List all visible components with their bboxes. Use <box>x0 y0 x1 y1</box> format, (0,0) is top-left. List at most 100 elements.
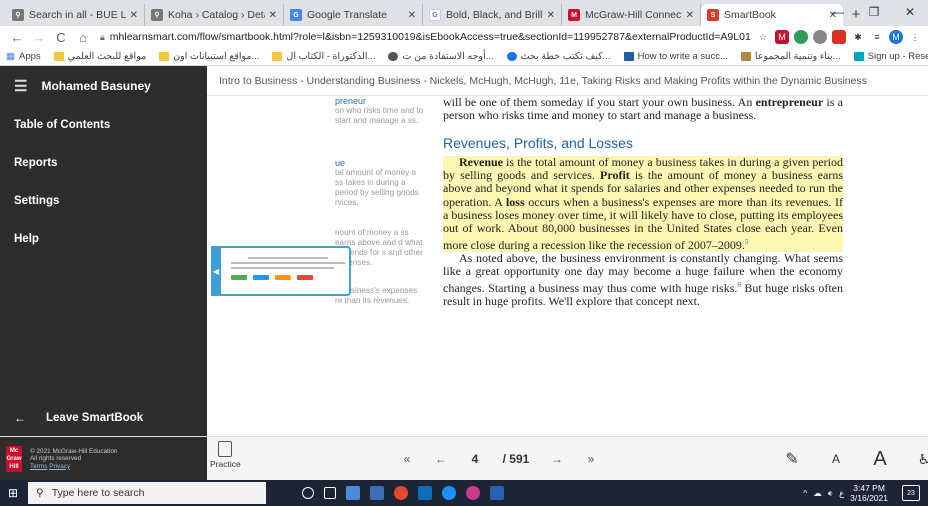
bookmark-folder[interactable]: مواقع للبحث العلمي <box>50 51 146 62</box>
researchgate-icon <box>853 52 864 61</box>
reader-controls: ✎ A A ♿︎ <box>770 437 928 481</box>
window-controls: — ❐ ✕ <box>820 0 928 26</box>
edge-icon[interactable] <box>442 486 456 500</box>
app-icon[interactable] <box>466 486 480 500</box>
bookmark-link[interactable]: كيف تكتب خطة بحث... <box>503 51 611 62</box>
book-icon <box>740 52 751 61</box>
system-tray: ^ ☁ 🔉︎ ع 3:47 PM 3/16/2021 <box>803 480 888 506</box>
key-term[interactable]: Profit <box>600 168 630 182</box>
maximize-button[interactable]: ❐ <box>856 0 892 26</box>
browser-tab[interactable]: G Bold, Black, and Brillian ✕ <box>423 4 562 26</box>
browser-tab[interactable]: M McGraw-Hill Connect ✕ <box>562 4 701 26</box>
taskbar-search[interactable]: ⚲ Type here to search <box>28 482 266 504</box>
menu-icon[interactable]: ⋮ <box>908 30 922 44</box>
privacy-link[interactable]: Privacy <box>49 463 70 470</box>
highlighted-paragraph: Revenue is the total amount of money a b… <box>443 154 843 252</box>
show-hidden-icon[interactable]: ^ <box>803 488 807 498</box>
windows-start-icon[interactable]: ⊞ <box>0 486 26 500</box>
close-window-button[interactable]: ✕ <box>892 0 928 26</box>
browser-tab[interactable]: G Google Translate ✕ <box>284 4 423 26</box>
prev-page-button[interactable]: ← <box>424 452 458 466</box>
search-icon: ⚲ <box>36 487 44 499</box>
key-term[interactable]: entrepreneur <box>756 96 824 109</box>
bookmark-link[interactable]: How to write a succ... <box>620 51 728 62</box>
notifications-button[interactable]: 23 <box>902 485 920 501</box>
practice-button[interactable]: Practice <box>210 441 241 469</box>
sidebar-item-help[interactable]: Help <box>0 220 207 258</box>
chrome-icon[interactable] <box>394 486 408 500</box>
google-favicon-icon: G <box>429 9 441 21</box>
bookmark-link[interactable]: أوجه الاستفادة من ت... <box>384 51 494 62</box>
close-icon[interactable]: ✕ <box>130 10 138 21</box>
network-icon[interactable]: ☁ <box>813 488 822 499</box>
current-page[interactable]: 4 <box>458 452 492 466</box>
leave-smartbook-button[interactable]: ← Leave SmartBook <box>0 400 207 436</box>
sidebar-item-settings[interactable]: Settings <box>0 182 207 220</box>
file-explorer-icon[interactable] <box>346 486 360 500</box>
home-button[interactable]: ⌂ <box>72 30 94 45</box>
language-indicator[interactable]: ع <box>839 488 844 499</box>
reload-button[interactable]: C <box>50 30 72 45</box>
extension-icon[interactable] <box>813 30 827 44</box>
lock-icon: 🔒︎ <box>100 31 105 42</box>
volume-icon[interactable]: 🔉︎ <box>828 488 833 499</box>
taskbar: ⊞ ⚲ Type here to search ^ ☁ 🔉︎ ع 3:47 PM… <box>0 480 928 506</box>
avatar[interactable]: M <box>889 30 903 44</box>
collapse-arrow-icon[interactable]: ◀ <box>211 246 221 296</box>
url-text: mhlearnsmart.com/flow/smartbook.html?rol… <box>109 31 750 43</box>
sidebar-item-table-of-contents[interactable]: Table of Contents <box>0 106 207 144</box>
margin-note: ue tal amount of money a ss takes in dur… <box>335 158 419 207</box>
task-view-icon[interactable] <box>324 487 336 499</box>
bookmark-link[interactable]: Sign up - Research... <box>850 51 928 62</box>
font-larger-button[interactable]: A <box>858 448 902 471</box>
accessibility-icon[interactable]: ♿︎ <box>902 451 928 468</box>
minimize-button[interactable]: — <box>820 0 856 26</box>
address-bar[interactable]: 🔒︎ mhlearnsmart.com/flow/smartbook.html?… <box>100 31 750 43</box>
font-smaller-button[interactable]: A <box>814 452 858 466</box>
word-icon[interactable] <box>490 486 504 500</box>
outlook-icon[interactable] <box>418 486 432 500</box>
pager: « ← 4 / 591 → » <box>390 437 608 481</box>
close-icon[interactable]: ✕ <box>269 10 277 21</box>
bookmark-folder[interactable]: مواقع استبيانات اون... <box>155 51 259 62</box>
practice-preview-panel[interactable]: ◀ <box>211 246 351 296</box>
browser-tab[interactable]: ⚲ Koha › Catalog › Details ✕ <box>145 4 284 26</box>
reading-list-icon[interactable]: ≡ <box>870 30 884 44</box>
sidebar-item-reports[interactable]: Reports <box>0 144 207 182</box>
store-icon[interactable] <box>370 486 384 500</box>
next-page-button[interactable]: → <box>540 452 574 466</box>
tab-title: Koha › Catalog › Details <box>168 9 265 21</box>
cortana-icon[interactable] <box>302 487 314 499</box>
footnote-ref[interactable]: 5 <box>745 238 749 246</box>
bookmark-apps[interactable]: ▦ Apps <box>6 51 41 62</box>
terms-link[interactable]: Terms <box>30 463 47 470</box>
sidebar-header: ☰ Mohamed Basuney <box>0 66 207 106</box>
forward-button[interactable]: → <box>28 30 50 45</box>
hamburger-icon[interactable]: ☰ <box>14 77 27 95</box>
browser-tab[interactable]: ⚲ Search in all - BUE Libr ✕ <box>6 4 145 26</box>
bookmark-link[interactable]: بناء وتنمية المجموعا... <box>737 51 841 62</box>
last-page-button[interactable]: » <box>574 452 608 466</box>
back-button[interactable]: ← <box>6 30 28 45</box>
pdf-extension-icon[interactable] <box>832 30 846 44</box>
tab-strip: ⚲ Search in all - BUE Libr ✕ ⚲ Koha › Catal… <box>0 0 928 26</box>
key-term[interactable]: loss <box>506 195 525 209</box>
close-icon[interactable]: ✕ <box>547 10 555 21</box>
reader-content: preneur on who risks time and to start a… <box>207 96 928 436</box>
folder-icon <box>53 52 64 61</box>
puzzle-icon[interactable]: ✱ <box>851 30 865 44</box>
highlight-off-icon[interactable]: ✎ <box>770 449 814 469</box>
clock[interactable]: 3:47 PM 3/16/2021 <box>850 483 888 503</box>
close-icon[interactable]: ✕ <box>408 10 416 21</box>
close-icon[interactable]: ✕ <box>686 10 694 21</box>
intro-paragraph: will be one of them someday if you start… <box>443 96 843 123</box>
browser-toolbar: ← → C ⌂ 🔒︎ mhlearnsmart.com/flow/smartbo… <box>0 26 928 48</box>
tab-title: McGraw-Hill Connect <box>585 9 682 21</box>
extension-icon[interactable] <box>794 30 808 44</box>
extension-icon[interactable]: M <box>775 30 789 44</box>
first-page-button[interactable]: « <box>390 452 424 466</box>
key-term[interactable]: Revenue <box>459 155 503 169</box>
star-icon[interactable]: ☆ <box>756 30 770 44</box>
bookmark-folder[interactable]: الدكتوراة - الكتاب ال... <box>268 51 375 62</box>
folder-icon <box>272 52 283 61</box>
